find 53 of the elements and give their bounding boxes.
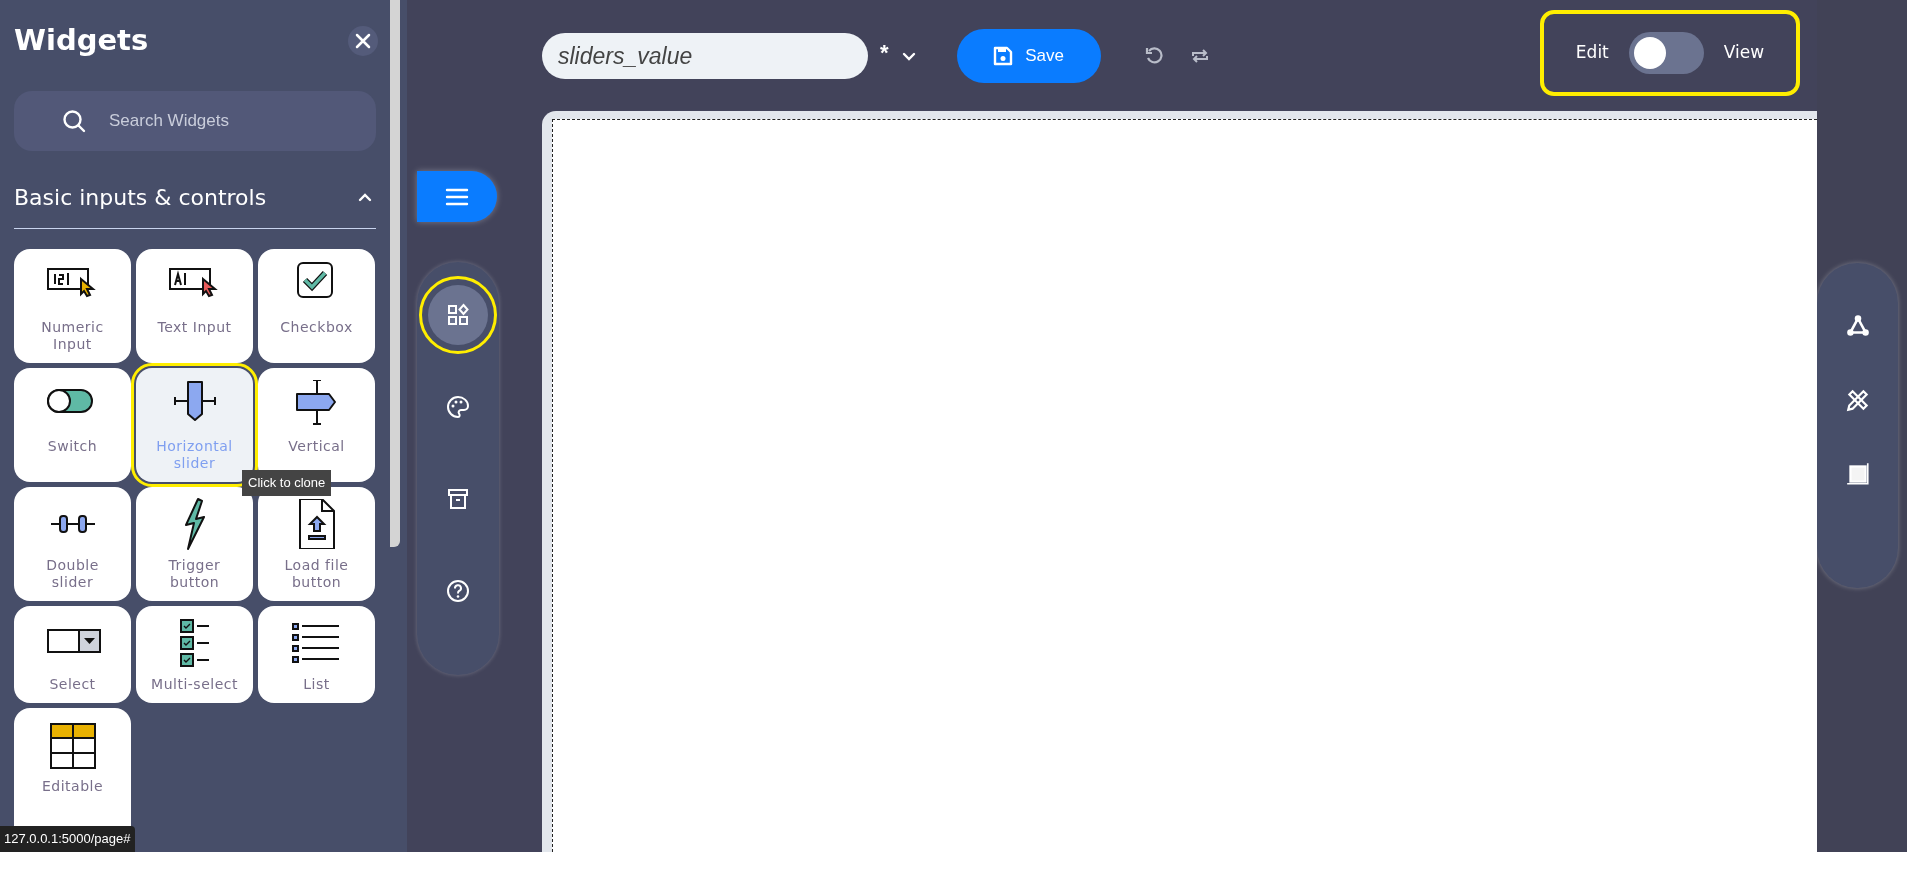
widget-tile[interactable]: Switch <box>14 368 131 482</box>
mode-toggle[interactable] <box>1628 32 1704 74</box>
widget-label: Text Input <box>157 319 232 336</box>
widget-tile[interactable]: Load file button <box>258 487 375 601</box>
widget-tile[interactable]: Select <box>14 606 131 703</box>
tool-button[interactable] <box>1844 387 1871 413</box>
edit-label: Edit <box>1575 41 1609 65</box>
undo-icon <box>1144 47 1163 65</box>
widget-label: Load file button <box>283 557 350 591</box>
scrollbar-thumb[interactable] <box>390 0 400 547</box>
widget-label: Horizontal slider <box>155 438 234 472</box>
palette-icon <box>446 395 470 419</box>
widget-tile[interactable]: Double slider <box>14 487 131 601</box>
chevron-down-icon <box>901 51 916 61</box>
close-icon <box>355 33 371 49</box>
tool-button[interactable] <box>1844 313 1871 339</box>
clone-tooltip: Click to clone <box>242 470 332 496</box>
close-button[interactable] <box>348 26 378 56</box>
widget-label: Trigger button <box>167 557 222 591</box>
pencil-ruler-icon <box>1844 387 1871 413</box>
widget-label: Double slider <box>45 557 100 591</box>
section-title: Basic inputs & controls <box>14 184 267 212</box>
widget-label: List <box>303 676 330 693</box>
document-name-field[interactable]: sliders_value <box>542 33 868 79</box>
search-icon <box>62 109 86 133</box>
widget-label: Checkbox <box>280 319 353 336</box>
widget-label: Switch <box>47 438 98 455</box>
widget-tile[interactable]: Text Input <box>136 249 253 363</box>
lightning-bolt-icon <box>183 497 206 551</box>
url-status-tooltip: 127.0.0.1:5000/page# <box>0 826 135 852</box>
unsaved-mark: * <box>880 38 889 67</box>
widget-label: Vertical <box>288 438 345 455</box>
repeat-icon <box>1189 47 1210 65</box>
archive-box-icon <box>446 487 470 511</box>
panel-title: Widgets <box>14 22 149 60</box>
menu-button[interactable] <box>417 171 497 222</box>
view-label: View <box>1723 41 1765 65</box>
widget-tile[interactable]: Multi-select <box>136 606 253 703</box>
help-icon <box>446 579 470 603</box>
widget-label: Editable <box>41 778 104 795</box>
search-field[interactable]: Search Widgets <box>14 91 376 151</box>
menu-icon <box>445 187 469 206</box>
widget-tile[interactable]: Numeric Input <box>14 249 131 363</box>
triangle-nodes-icon <box>1844 313 1871 339</box>
widget-tile[interactable]: Checkbox <box>258 249 375 363</box>
widget-tile[interactable]: List <box>258 606 375 703</box>
save-button[interactable]: Save <box>956 29 1101 83</box>
widget-label: Select <box>49 676 96 693</box>
double-slider-icon <box>49 514 96 534</box>
widget-label: Numeric Input <box>40 319 105 353</box>
widget-label: Multi-select <box>151 676 238 693</box>
widgets-icon <box>446 303 470 327</box>
widget-tile[interactable]: Trigger button <box>136 487 253 601</box>
